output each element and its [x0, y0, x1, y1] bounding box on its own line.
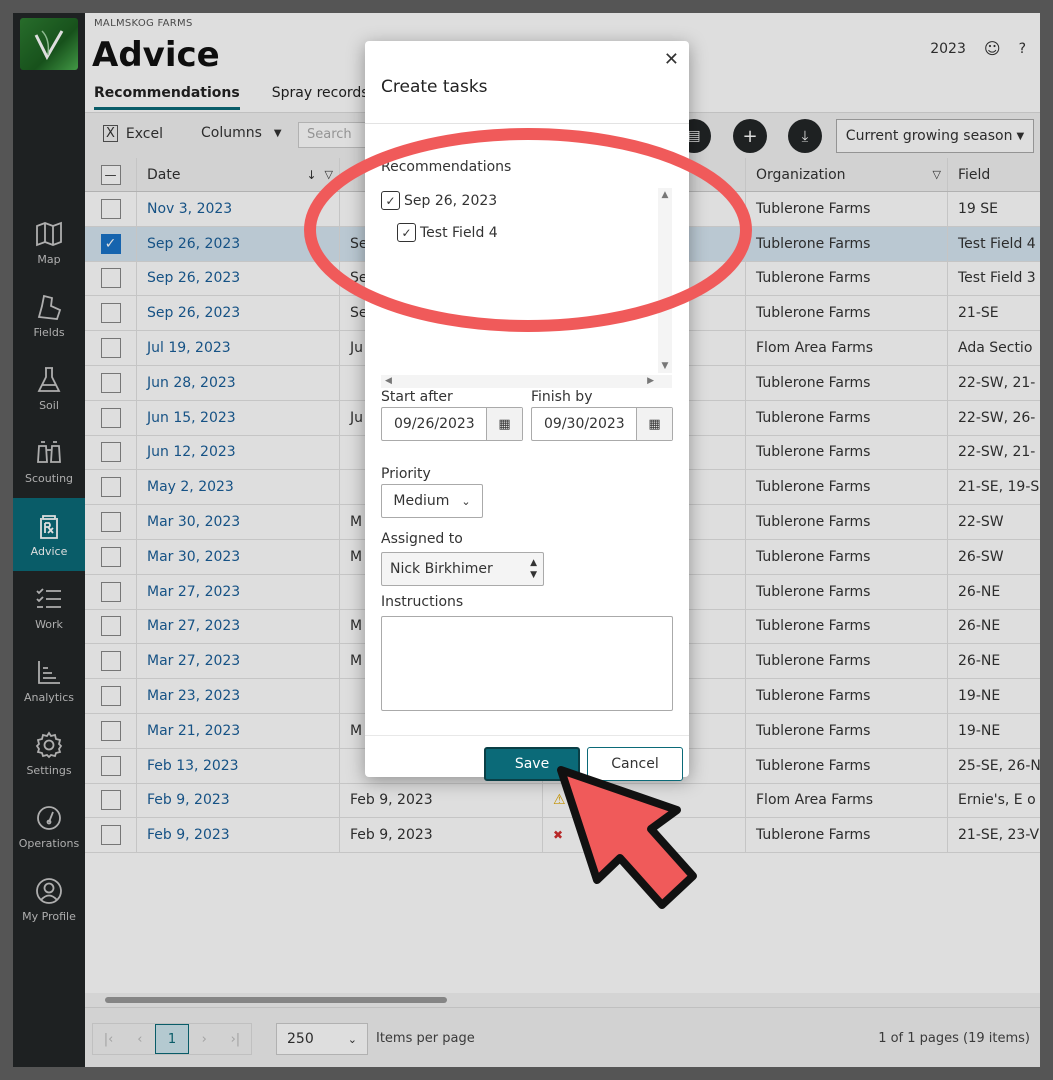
highlight-ellipse	[304, 128, 752, 332]
pointer-arrow-icon	[557, 766, 697, 909]
app-window: Map Fields Soil Scouting Advice Work Ana…	[13, 13, 1040, 1067]
annotation-layer	[304, 128, 752, 909]
